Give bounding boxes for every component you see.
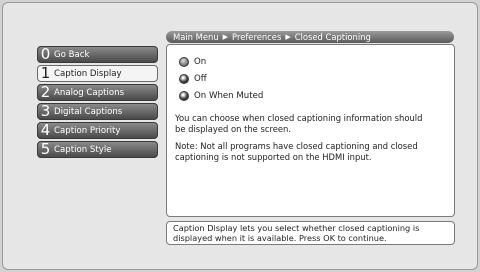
menu-item-number: 2 xyxy=(40,84,51,101)
menu-item-label: Caption Display xyxy=(54,68,122,79)
menu-item-label: Go Back xyxy=(54,49,90,60)
menu-item-label: Digital Captions xyxy=(54,106,123,117)
menu-item-number: 1 xyxy=(40,65,51,82)
option-label: Off xyxy=(194,74,207,84)
menu-item-digital-captions[interactable]: 3 Digital Captions xyxy=(37,103,158,120)
option-off[interactable]: Off xyxy=(179,74,207,84)
breadcrumb: Main Menu ▶ Preferences ▶ Closed Captioning xyxy=(166,31,454,43)
menu-item-label: Caption Priority xyxy=(54,125,121,136)
menu-item-caption-priority[interactable]: 4 Caption Priority xyxy=(37,122,158,139)
breadcrumb-item-main-menu: Main Menu xyxy=(173,32,219,42)
description-text: You can choose when closed captioning in… xyxy=(175,113,423,134)
option-label: On xyxy=(194,57,207,67)
settings-panel: On Off On When Muted You can choose when… xyxy=(166,44,455,217)
option-label: On When Muted xyxy=(194,91,264,101)
menu-item-label: Analog Captions xyxy=(54,87,125,98)
menu-item-number: 0 xyxy=(40,46,51,63)
option-on-when-muted[interactable]: On When Muted xyxy=(179,91,263,101)
breadcrumb-item-preferences: Preferences xyxy=(232,32,282,42)
side-menu: 0 Go Back 1 Caption Display 2 Analog Cap… xyxy=(37,46,158,160)
radio-icon[interactable] xyxy=(179,57,189,67)
menu-item-caption-style[interactable]: 5 Caption Style xyxy=(37,141,158,158)
note-text: Note: Not all programs have closed capti… xyxy=(175,141,418,162)
menu-item-analog-captions[interactable]: 2 Analog Captions xyxy=(37,84,158,101)
option-on[interactable]: On xyxy=(179,57,206,67)
menu-item-number: 5 xyxy=(40,141,51,158)
menu-item-caption-display[interactable]: 1 Caption Display xyxy=(37,65,158,82)
help-text: Caption Display lets you select whether … xyxy=(166,221,455,245)
radio-icon[interactable] xyxy=(179,74,189,84)
radio-icon[interactable] xyxy=(179,91,189,101)
breadcrumb-item-closed-captioning: Closed Captioning xyxy=(294,32,371,42)
menu-item-number: 4 xyxy=(40,122,51,139)
menu-item-go-back[interactable]: 0 Go Back xyxy=(37,46,158,63)
breadcrumb-arrow-icon: ▶ xyxy=(285,33,291,41)
breadcrumb-arrow-icon: ▶ xyxy=(222,33,229,41)
menu-item-number: 3 xyxy=(40,103,51,120)
menu-item-label: Caption Style xyxy=(54,144,112,155)
